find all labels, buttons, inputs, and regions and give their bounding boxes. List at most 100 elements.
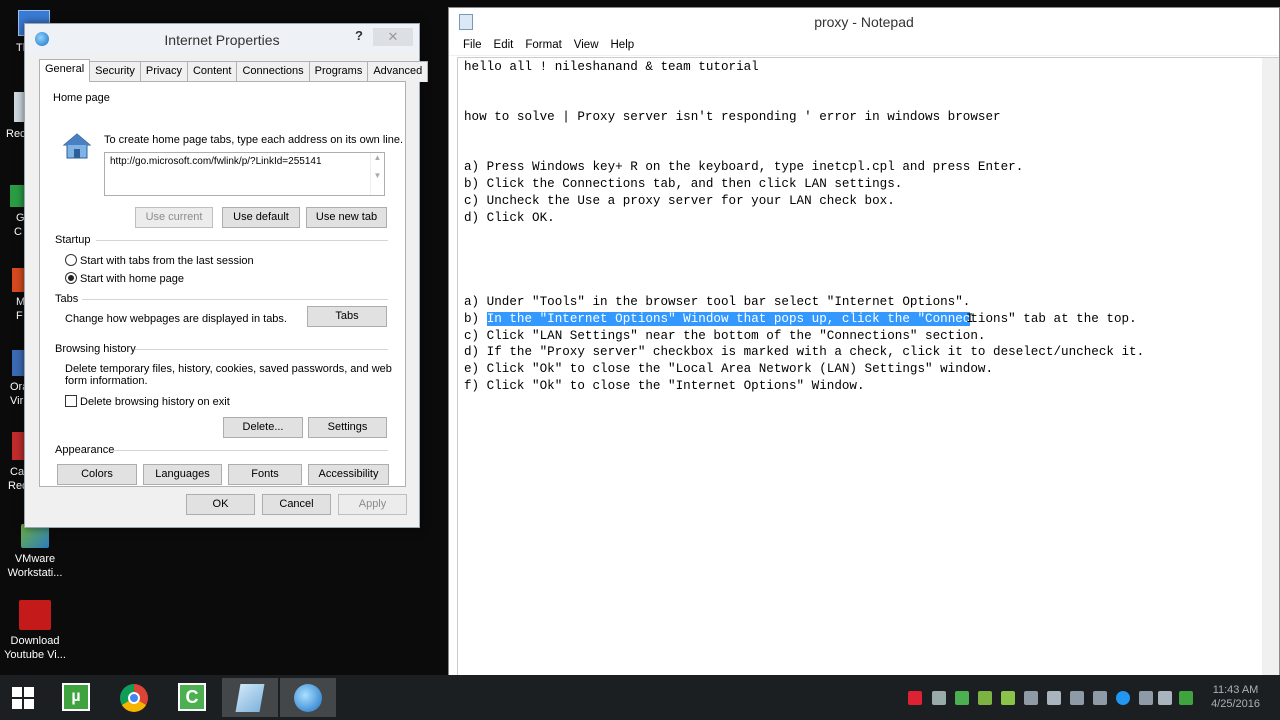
text-line: e) Click "Ok" to close the "Local Area N… — [464, 362, 994, 376]
line-rest: tions" tab at the top. — [970, 312, 1137, 326]
tab-strip: General Security Privacy Content Connect… — [39, 59, 429, 82]
help-button[interactable]: ? — [355, 28, 363, 43]
startup-home-page-label: Start with home page — [80, 273, 184, 285]
internet-options-taskbar-icon — [294, 684, 322, 712]
text-line: d) Click OK. — [464, 211, 555, 225]
url-scrollbar[interactable]: ▲ ▼ — [370, 153, 384, 195]
clock[interactable]: 11:43 AM 4/25/2016 — [1211, 683, 1260, 711]
use-new-tab-button[interactable]: Use new tab — [306, 207, 387, 228]
taskbar-notepad[interactable] — [222, 678, 278, 717]
menu-view[interactable]: View — [568, 37, 605, 55]
accessibility-button[interactable]: Accessibility — [308, 464, 389, 485]
tray-app-icon[interactable] — [908, 691, 922, 705]
close-button[interactable]: ✕ — [373, 28, 413, 46]
notepad-menubar: File Edit Format View Help — [449, 37, 1279, 56]
internet-properties-dialog: Internet Properties ? ✕ General Security… — [24, 23, 429, 528]
startup-group-label: Startup — [55, 234, 91, 246]
browsing-history-group-label: Browsing history — [55, 343, 136, 355]
chrome-icon — [120, 684, 148, 712]
flag-icon[interactable] — [932, 691, 946, 705]
browsing-history-hint-1: Delete temporary files, history, cookies… — [65, 363, 392, 375]
text-line: a) Press Windows key+ R on the keyboard,… — [464, 160, 1024, 174]
tabs-group-label: Tabs — [55, 293, 79, 305]
text-line: b) Click the Connections tab, and then c… — [464, 177, 903, 191]
taskbar-chrome[interactable] — [106, 678, 162, 717]
colors-button[interactable]: Colors — [57, 464, 137, 485]
tabs-hint: Change how webpages are displayed in tab… — [65, 313, 287, 325]
taskbar: µ C 11:43 AM 4/25/2016 — [0, 675, 1280, 720]
tab-connections[interactable]: Connections — [236, 61, 310, 82]
tab-privacy[interactable]: Privacy — [139, 61, 188, 82]
windows-logo-icon — [12, 687, 34, 709]
fonts-button[interactable]: Fonts — [228, 464, 302, 485]
desktop-icon-label: Youtube Vi... — [4, 649, 66, 661]
text-line-selected: b) In the "Internet Options" Window that… — [464, 312, 1137, 326]
dialog-titlebar[interactable]: Internet Properties ? ✕ — [25, 24, 419, 54]
home-page-url-input[interactable]: http://go.microsoft.com/fwlink/p/?LinkId… — [104, 152, 385, 196]
tab-programs[interactable]: Programs — [308, 61, 369, 82]
text-line: hello all ! nileshanand & team tutorial — [464, 60, 759, 74]
languages-button[interactable]: Languages — [143, 464, 222, 485]
desktop-label: Ca — [10, 466, 25, 478]
speaker-icon[interactable] — [1047, 691, 1061, 705]
desktop-icon-download-youtube[interactable]: Download Youtube Vi... — [0, 600, 70, 662]
divider — [96, 240, 388, 241]
tab-advanced[interactable]: Advanced — [367, 61, 429, 82]
use-default-button[interactable]: Use default — [222, 207, 300, 228]
tab-general[interactable]: General — [39, 59, 91, 82]
startup-home-page-radio[interactable] — [65, 272, 77, 284]
home-page-group-label: Home page — [53, 92, 110, 104]
tray-app-icon[interactable] — [1001, 691, 1015, 705]
menu-edit[interactable]: Edit — [488, 37, 520, 55]
tray-app-icon[interactable] — [955, 691, 969, 705]
taskbar-utorrent[interactable]: µ — [48, 678, 104, 717]
vertical-scrollbar[interactable] — [1262, 58, 1279, 719]
startup-last-session-label: Start with tabs from the last session — [80, 255, 254, 267]
taskbar-camtasia[interactable]: C — [164, 678, 220, 717]
text-line: how to solve | Proxy server isn't respon… — [464, 110, 1001, 124]
menu-format[interactable]: Format — [519, 37, 567, 55]
history-settings-button[interactable]: Settings — [308, 417, 387, 438]
delete-history-on-exit-label: Delete browsing history on exit — [80, 396, 230, 408]
tray-app-icon[interactable] — [1116, 691, 1130, 705]
notepad-text-area[interactable]: hello all ! nileshanand & team tutorial … — [457, 57, 1279, 719]
text-cursor-icon: I — [966, 311, 974, 326]
tray-app-icon[interactable] — [1024, 691, 1038, 705]
cancel-button[interactable]: Cancel — [262, 494, 331, 515]
desktop-icon-label: VMware — [14, 553, 56, 565]
utorrent-tray-icon[interactable] — [1179, 691, 1193, 705]
desktop-label: Rec — [6, 128, 26, 140]
general-tab-panel: Home page To create home page tabs, type… — [39, 81, 406, 487]
tray-app-icon[interactable] — [978, 691, 992, 705]
home-page-hint: To create home page tabs, type each addr… — [104, 134, 404, 146]
desktop-icon-vmware[interactable]: VMware Workstati... — [0, 524, 70, 580]
network-icon[interactable] — [1093, 691, 1107, 705]
house-icon — [62, 133, 92, 159]
divider — [82, 299, 388, 300]
tab-security[interactable]: Security — [89, 61, 141, 82]
delete-history-button[interactable]: Delete... — [223, 417, 303, 438]
taskbar-internet-options[interactable] — [280, 678, 336, 717]
volume-icon[interactable] — [1158, 691, 1172, 705]
tray-app-icon[interactable] — [1139, 691, 1153, 705]
desktop-label: Vir — [10, 395, 24, 407]
desktop-icon-label: Workstati... — [7, 567, 63, 579]
notepad-titlebar[interactable]: proxy - Notepad — [449, 8, 1279, 37]
apply-button[interactable]: Apply — [338, 494, 407, 515]
delete-history-on-exit-checkbox[interactable] — [65, 395, 77, 407]
divider — [112, 450, 388, 451]
camtasia-icon: C — [178, 683, 206, 711]
menu-help[interactable]: Help — [605, 37, 641, 55]
text-line: c) Click "LAN Settings" near the bottom … — [464, 329, 986, 343]
text-line: a) Under "Tools" in the browser tool bar… — [464, 295, 971, 309]
menu-file[interactable]: File — [457, 37, 488, 55]
startup-last-session-radio[interactable] — [65, 254, 77, 266]
tab-content[interactable]: Content — [186, 61, 238, 82]
ok-button[interactable]: OK — [186, 494, 255, 515]
start-button[interactable] — [0, 678, 46, 717]
desktop-label: C — [14, 226, 22, 238]
tabs-settings-button[interactable]: Tabs — [307, 306, 387, 327]
use-current-button[interactable]: Use current — [135, 207, 213, 228]
text-line: f) Click "Ok" to close the "Internet Opt… — [464, 379, 865, 393]
tray-app-icon[interactable] — [1070, 691, 1084, 705]
